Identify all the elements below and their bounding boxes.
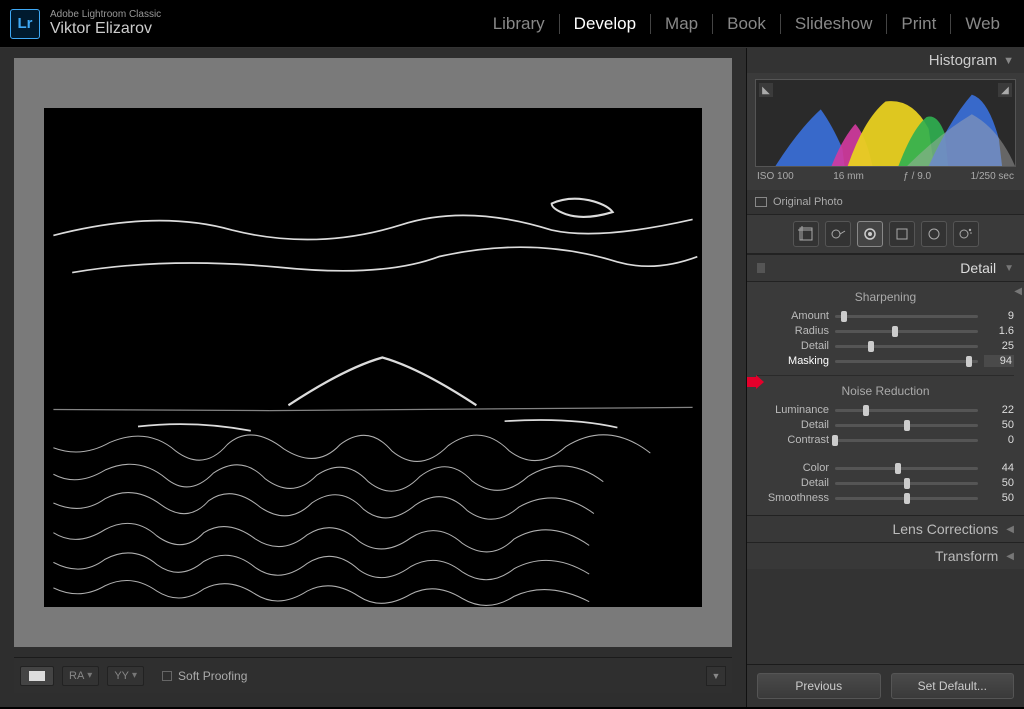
smoothness-value[interactable]: 50 [984, 492, 1014, 504]
radius-value[interactable]: 1.6 [984, 325, 1014, 337]
top-header: Lr Adobe Lightroom Classic Viktor Elizar… [0, 0, 1024, 48]
right-panel: Histogram ▼ ◣ ◢ ISO 100 16 mm [746, 48, 1024, 707]
amount-label: Amount [757, 310, 829, 322]
smoothness-slider[interactable]: Smoothness 50 [757, 492, 1014, 504]
sharpening-title: Sharpening [757, 290, 1014, 304]
nav-develop[interactable]: Develop [560, 14, 651, 34]
luminance-label: Luminance [757, 404, 829, 416]
preview-pane: RA▾ YY▾ Soft Proofing ▼ [0, 48, 746, 707]
color-label: Color [757, 462, 829, 474]
exif-row: ISO 100 16 mm ƒ / 9.0 1/250 sec [755, 167, 1016, 184]
color-detail-slider[interactable]: Detail 50 [757, 477, 1014, 489]
loupe-view-button[interactable] [20, 666, 54, 686]
nav-slideshow[interactable]: Slideshow [781, 14, 888, 34]
radial-filter-icon[interactable] [921, 221, 947, 247]
soft-proofing-toggle[interactable]: Soft Proofing [162, 669, 247, 683]
toolbar-dropdown[interactable]: ▼ [706, 666, 726, 686]
yy-label: YY [114, 670, 129, 682]
color-value[interactable]: 44 [984, 462, 1014, 474]
panel-switch-icon[interactable] [757, 263, 765, 273]
tool-strip [747, 214, 1024, 254]
amount-slider[interactable]: Amount 9 [757, 310, 1014, 322]
noise-title: Noise Reduction [757, 384, 1014, 398]
transform-title: Transform [935, 548, 998, 564]
shadow-clip-icon[interactable]: ◣ [759, 83, 773, 97]
exif-focal: 16 mm [833, 171, 864, 182]
redeye-tool-icon[interactable] [857, 221, 883, 247]
noise-detail-value[interactable]: 50 [984, 419, 1014, 431]
histogram-title: Histogram [929, 52, 997, 69]
square-icon [755, 197, 767, 207]
sharp-detail-slider[interactable]: Detail 25 [757, 340, 1014, 352]
exif-iso: ISO 100 [757, 171, 794, 182]
app-logo: Lr Adobe Lightroom Classic Viktor Elizar… [10, 9, 161, 39]
previous-button[interactable]: Previous [757, 673, 881, 699]
sharp-detail-label: Detail [757, 340, 829, 352]
chevron-left-icon[interactable]: ◀ [1014, 286, 1022, 297]
masking-value[interactable]: 94 [984, 355, 1014, 367]
contrast-label: Contrast [757, 434, 829, 446]
nav-map[interactable]: Map [651, 14, 713, 34]
nav-book[interactable]: Book [713, 14, 781, 34]
user-name: Viktor Elizarov [50, 20, 161, 38]
chevron-down-icon: ▼ [1003, 55, 1014, 67]
noise-detail-label: Detail [757, 419, 829, 431]
set-default-button[interactable]: Set Default... [891, 673, 1015, 699]
masking-slider[interactable]: Masking 94 [757, 355, 1014, 367]
app-title: Adobe Lightroom Classic [50, 9, 161, 20]
sharp-detail-value[interactable]: 25 [984, 340, 1014, 352]
luminance-value[interactable]: 22 [984, 404, 1014, 416]
masking-preview-image[interactable] [44, 108, 702, 607]
histogram-graph[interactable]: ◣ ◢ [755, 79, 1016, 167]
noise-detail-slider[interactable]: Detail 50 [757, 419, 1014, 431]
compare-yy-button[interactable]: YY▾ [107, 666, 144, 686]
sharpening-section: Sharpening ◀ Amount 9 Radius 1.6 Detail … [747, 282, 1024, 515]
color-detail-value[interactable]: 50 [984, 477, 1014, 489]
brush-tool-icon[interactable] [953, 221, 979, 247]
spot-tool-icon[interactable] [825, 221, 851, 247]
panel-bottom-buttons: Previous Set Default... [747, 664, 1024, 707]
image-canvas-bg [14, 58, 732, 647]
lens-corrections-title: Lens Corrections [892, 521, 998, 537]
exif-shutter: 1/250 sec [971, 171, 1014, 182]
nav-print[interactable]: Print [887, 14, 951, 34]
histogram-panel: ◣ ◢ ISO 100 16 mm ƒ / 9.0 1/250 sec [747, 73, 1024, 190]
contrast-value[interactable]: 0 [984, 434, 1014, 446]
radius-label: Radius [757, 325, 829, 337]
masking-label: Masking [757, 355, 829, 367]
luminance-slider[interactable]: Luminance 22 [757, 404, 1014, 416]
module-nav: Library Develop Map Book Slideshow Print… [479, 14, 1014, 34]
logo-text: Adobe Lightroom Classic Viktor Elizarov [50, 9, 161, 38]
amount-value[interactable]: 9 [984, 310, 1014, 322]
contrast-slider[interactable]: Contrast 0 [757, 434, 1014, 446]
highlight-clip-icon[interactable]: ◢ [998, 83, 1012, 97]
detail-panel-header[interactable]: Detail ▼ [747, 254, 1024, 282]
nav-library[interactable]: Library [479, 14, 560, 34]
original-photo-toggle[interactable]: Original Photo [747, 190, 1024, 214]
color-detail-label: Detail [757, 477, 829, 489]
chevron-left-icon: ◀ [1006, 524, 1014, 535]
detail-title: Detail [960, 260, 996, 276]
crop-tool-icon[interactable] [793, 221, 819, 247]
lens-corrections-header[interactable]: Lens Corrections ◀ [747, 515, 1024, 542]
color-slider[interactable]: Color 44 [757, 462, 1014, 474]
lr-icon: Lr [10, 9, 40, 39]
compare-ra-button[interactable]: RA▾ [62, 666, 99, 686]
checkbox-icon [162, 671, 172, 681]
soft-proofing-label: Soft Proofing [178, 669, 247, 683]
smoothness-label: Smoothness [757, 492, 829, 504]
transform-header[interactable]: Transform ◀ [747, 542, 1024, 569]
toolbar-bottom: RA▾ YY▾ Soft Proofing ▼ [14, 657, 732, 693]
chevron-left-icon: ◀ [1006, 551, 1014, 562]
histogram-header[interactable]: Histogram ▼ [747, 48, 1024, 73]
exif-aperture: ƒ / 9.0 [903, 171, 931, 182]
red-arrow-annotation [746, 375, 764, 389]
ra-label: RA [69, 670, 84, 682]
nav-web[interactable]: Web [951, 14, 1014, 34]
graduated-filter-icon[interactable] [889, 221, 915, 247]
chevron-down-icon: ▼ [1004, 263, 1014, 274]
original-photo-label: Original Photo [773, 196, 843, 208]
radius-slider[interactable]: Radius 1.6 [757, 325, 1014, 337]
